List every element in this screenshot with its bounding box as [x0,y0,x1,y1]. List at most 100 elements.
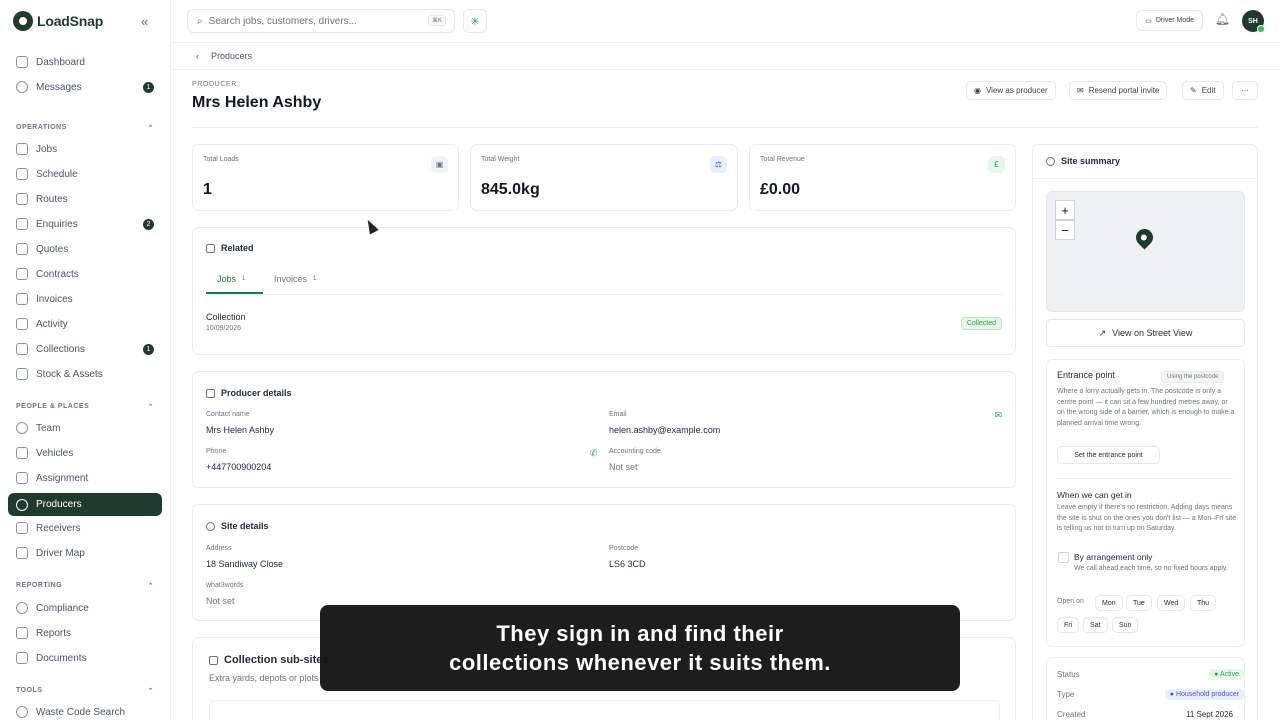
by-arrangement-note: We call ahead each time, so no fixed hou… [1074,565,1228,572]
tab-invoices[interactable]: Invoices 1 [274,274,316,284]
bell-icon[interactable]: 🔔︎ [1215,12,1230,26]
mail-icon[interactable]: ✉ [994,410,1002,421]
section-operations[interactable]: OPERATIONS ⌃ [16,124,154,132]
sidebar-item-routes[interactable]: Routes [8,188,162,210]
sidebar-item-enquiries[interactable]: Enquiries 2 [8,213,162,235]
view-as-producer-button[interactable]: ◉ View as producer [966,81,1056,100]
button-label: Resend portal invite [1088,86,1160,95]
phone-icon[interactable]: ✆ [590,448,598,459]
accounting-code-label: Accounting code [609,448,661,455]
sidebar-item-waste-code-search[interactable]: Waste Code Search [8,701,162,720]
sidebar-item-contracts[interactable]: Contracts [8,263,162,285]
sub-sites-description: Extra yards, depots or plots [209,673,319,683]
search-input[interactable]: Search jobs, customers, drivers... [209,16,357,27]
site-map[interactable]: + − [1046,191,1245,312]
sidebar-item-invoices[interactable]: Invoices [8,288,162,310]
app: LoadSnap « Dashboard Messages 1 OPERATION… [0,0,1280,720]
sub-sites-title: Collection sub-sites [209,654,329,666]
chevron-up-icon: ⌃ [147,404,154,411]
entrance-status-pill: Using the postcode [1161,371,1225,383]
email-label: Email [609,411,627,418]
collections-icon [16,343,28,355]
sidebar-item-dashboard[interactable]: Dashboard [8,51,162,73]
navigation-icon [16,547,28,559]
section-tools[interactable]: TOOLS ⌃ [16,687,154,695]
chevron-up-icon: ⌃ [147,688,154,695]
what3words-label: what3words [206,582,244,589]
sidebar-item-collections[interactable]: Collections 1 [8,338,162,360]
global-search[interactable]: ⌕ Search jobs, customers, drivers... ⌘K [187,9,455,33]
zoom-out-button[interactable]: − [1055,220,1075,240]
enquiries-badge: 2 [143,218,154,230]
edit-button[interactable]: ✎ Edit [1182,81,1224,100]
sidebar-item-assignment[interactable]: Assignment [8,467,162,489]
contact-label: Contact name [206,411,250,418]
day-toggle-mon[interactable]: Mon [1095,595,1123,611]
section-reporting[interactable]: REPORTING ⌃ [16,582,154,590]
bar-chart-icon [16,627,28,639]
sidebar-item-activity[interactable]: Activity [8,313,162,335]
more-actions-button[interactable]: ··· [1232,81,1258,100]
sidebar-item-receivers[interactable]: Receivers [8,517,162,539]
sidebar-item-label: Quotes [36,243,69,255]
day-toggle-sat[interactable]: Sat [1083,617,1108,633]
sidebar-item-reports[interactable]: Reports [8,622,162,644]
back-chevron-icon[interactable]: ‹ [196,51,199,61]
day-toggle-wed[interactable]: Wed [1157,595,1186,611]
day-toggle-sun[interactable]: Sun [1112,617,1139,633]
sidebar-item-label: Team [36,422,61,434]
job-title[interactable]: Collection [206,312,246,322]
pencil-icon: ✎ [1190,86,1197,95]
sidebar-item-schedule[interactable]: Schedule [8,163,162,185]
ai-assistant-button[interactable]: ✳ [463,9,487,33]
sidebar-item-vehicles[interactable]: Vehicles [8,442,162,464]
breadcrumb-producers[interactable]: Producers [211,51,252,61]
tab-label: Invoices [274,274,308,284]
avatar[interactable]: SH [1242,10,1265,33]
shield-check-icon [16,602,28,614]
by-arrangement-checkbox[interactable] [1058,552,1069,563]
more-icon: ··· [1241,86,1249,95]
sidebar-item-label: Receivers [36,522,81,534]
sidebar-item-label: Activity [36,318,68,330]
button-label: View on Street View [1112,328,1193,338]
set-entrance-button[interactable]: Set the entrance point [1057,446,1160,464]
tab-divider [206,294,1003,295]
created-value: 11 Sept 2026 [1185,710,1233,719]
day-toggle-fri[interactable]: Fri [1057,617,1080,633]
street-view-button[interactable]: ↗ View on Street View [1046,319,1245,347]
brand-logo[interactable]: LoadSnap [13,11,103,31]
divider [1057,478,1233,479]
sidebar-item-stock-assets[interactable]: Stock & Assets [8,363,162,385]
page-eyebrow: PRODUCER [192,81,237,88]
tab-count: 1 [242,276,246,282]
driver-mode-button[interactable]: ▭ Driver Mode [1136,10,1203,31]
sidebar-item-documents[interactable]: Documents [8,647,162,669]
box-icon [16,368,28,380]
map-pin-icon[interactable] [1132,225,1157,250]
sidebar-item-quotes[interactable]: Quotes [8,238,162,260]
open-on-label: Open on [1057,598,1084,605]
sidebar-item-compliance[interactable]: Compliance [8,597,162,619]
resend-invite-button[interactable]: ✉ Resend portal invite [1069,81,1168,100]
tab-label: Jobs [217,274,237,284]
day-toggle-tue[interactable]: Tue [1126,595,1152,611]
postcode-label: Postcode [609,545,639,552]
truck-icon [16,447,28,459]
pound-icon: £ [988,156,1005,173]
sidebar-item-messages[interactable]: Messages 1 [8,76,162,98]
collapse-sidebar-icon[interactable]: « [141,14,148,29]
email-value[interactable]: helen.ashby@example.com [609,425,720,435]
sidebar-item-team[interactable]: Team [8,417,162,439]
sidebar-item-jobs[interactable]: Jobs [8,138,162,160]
quote-icon [16,243,28,255]
sidebar-item-producers[interactable]: Producers [8,493,162,516]
day-toggle-thu[interactable]: Thu [1190,595,1217,611]
access-title: When we can get in [1057,490,1132,500]
brand-name: LoadSnap [37,13,104,29]
section-people-places[interactable]: PEOPLE & PLACES ⌃ [16,403,154,411]
phone-value[interactable]: +447700900204 [206,462,271,472]
sidebar-item-driver-map[interactable]: Driver Map [8,542,162,564]
tab-jobs[interactable]: Jobs 1 [217,274,245,284]
zoom-in-button[interactable]: + [1055,200,1075,220]
